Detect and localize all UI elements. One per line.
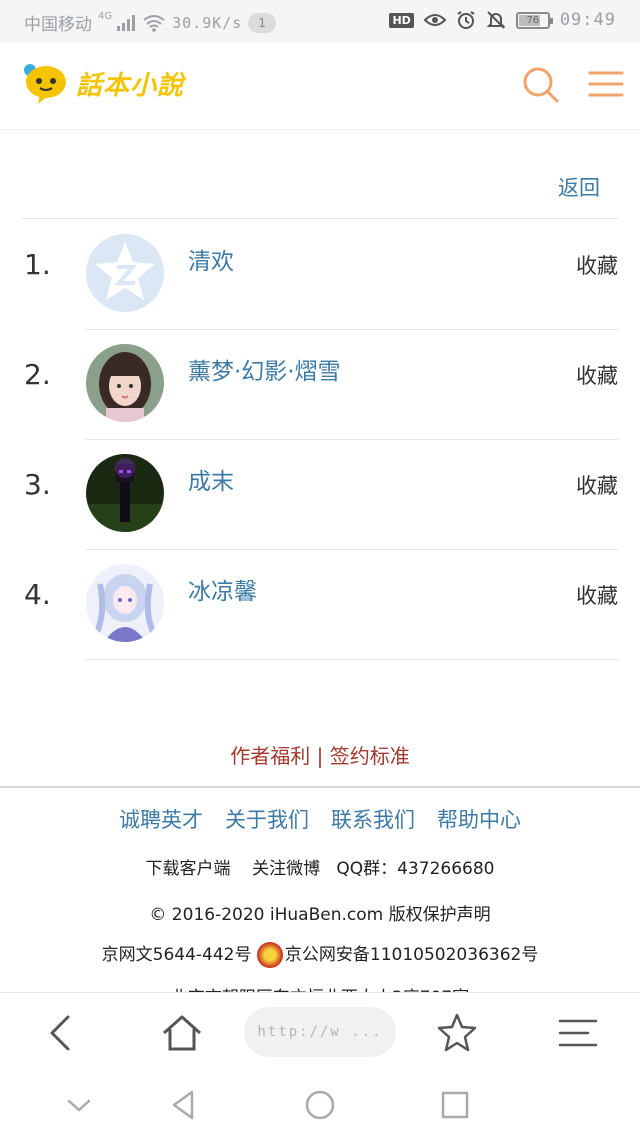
bookmark-star-icon[interactable] [435,1011,479,1055]
favorite-button[interactable]: 收藏 [576,360,618,390]
license-police[interactable]: 京公网安备11010502036362号 [285,945,538,965]
mute-bell-icon [486,11,506,29]
favorite-button[interactable]: 收藏 [576,470,618,500]
address-bar[interactable]: http://w ... [244,1007,396,1057]
clock: 09:49 [559,10,616,30]
home-icon[interactable] [160,1011,204,1055]
footer-link-contact[interactable]: 联系我们 [331,804,415,834]
browser-toolbar: http://w ... [0,992,640,1072]
menu-icon[interactable] [586,64,626,104]
nav-recents-icon[interactable] [438,1088,472,1122]
list-item: 3. 成末 收藏 [0,440,640,550]
rank-number: 2. [24,358,51,391]
nav-back-icon[interactable] [166,1088,200,1122]
app-header: 話本小說 [0,42,640,130]
carrier-label: 中国移动 [24,15,92,35]
hide-nav-chevron-icon[interactable] [62,1088,96,1122]
back-arrow-icon[interactable] [40,1011,84,1055]
user-name-link[interactable]: 薰梦·幻影·熠雪 [188,352,341,386]
logo-text: 話本小說 [76,70,185,101]
signal-icon [117,14,136,31]
anime-avatar-icon [86,564,164,642]
favorite-button[interactable]: 收藏 [576,580,618,610]
list-item: 1. 清欢 收藏 [0,220,640,330]
dark-game-avatar-icon [86,454,164,532]
avatar[interactable] [86,454,164,532]
list-top-divider [22,218,618,219]
default-avatar-icon [86,234,164,312]
avatar[interactable] [86,344,164,422]
row-divider [86,659,618,660]
license-icp: 京网文5644-442号 [101,945,252,965]
list-item: 2. 薰梦·幻影·熠雪 收藏 [0,330,640,440]
footer-copyright: © 2016-2020 iHuaBen.com 版权保护声明 [149,905,491,925]
notification-badge: 1 [248,12,276,33]
hd-badge: HD [389,12,414,28]
avatar[interactable] [86,234,164,312]
battery-icon: 76 [515,11,553,29]
avatar[interactable] [86,564,164,642]
alarm-icon [457,11,475,29]
rank-number: 3. [24,468,51,501]
network-speed: 30.9K/s [172,13,243,32]
girl-photo-avatar-icon [86,344,164,422]
browser-menu-icon[interactable] [556,1011,600,1055]
site-footer: 诚聘英才 关于我们 联系我们 帮助中心 下载客户端 关注微博 QQ群：43726… [0,786,640,998]
logo-mascot-icon [24,64,66,104]
police-badge-icon [256,942,283,968]
favorite-button[interactable]: 收藏 [576,250,618,280]
wifi-icon [143,14,165,32]
footer-download-weibo-qq[interactable]: 下载客户端 关注微博 QQ群：437266680 [0,854,640,879]
user-name-link[interactable]: 清欢 [188,242,234,276]
rank-number: 1. [24,248,51,281]
nav-home-icon[interactable] [303,1088,337,1122]
list-item: 4. 冰凉馨 收藏 [0,550,640,660]
search-icon[interactable] [520,64,560,104]
system-nav-bar [0,1072,640,1138]
footer-link-help[interactable]: 帮助中心 [437,804,521,834]
footer-link-about[interactable]: 关于我们 [225,804,309,834]
footer-nav: 诚聘英才 关于我们 联系我们 帮助中心 [0,804,640,834]
site-logo[interactable]: 話本小說 [20,60,184,106]
status-bar: 中国移动 4G 30.9K/s 1 HD 76 09:49 [0,0,640,42]
footer-license: 京网文5644-442号 京公网安备11010502036362号 [0,940,640,968]
network-type: 4G [98,11,113,22]
footer-link-jobs[interactable]: 诚聘英才 [119,804,203,834]
eye-icon [423,14,446,26]
back-link[interactable]: 返回 [558,172,600,202]
rank-number: 4. [24,578,51,611]
author-links[interactable]: 作者福利 | 签约标准 [0,740,640,769]
user-name-link[interactable]: 冰凉馨 [188,572,257,606]
user-name-link[interactable]: 成末 [188,462,234,496]
